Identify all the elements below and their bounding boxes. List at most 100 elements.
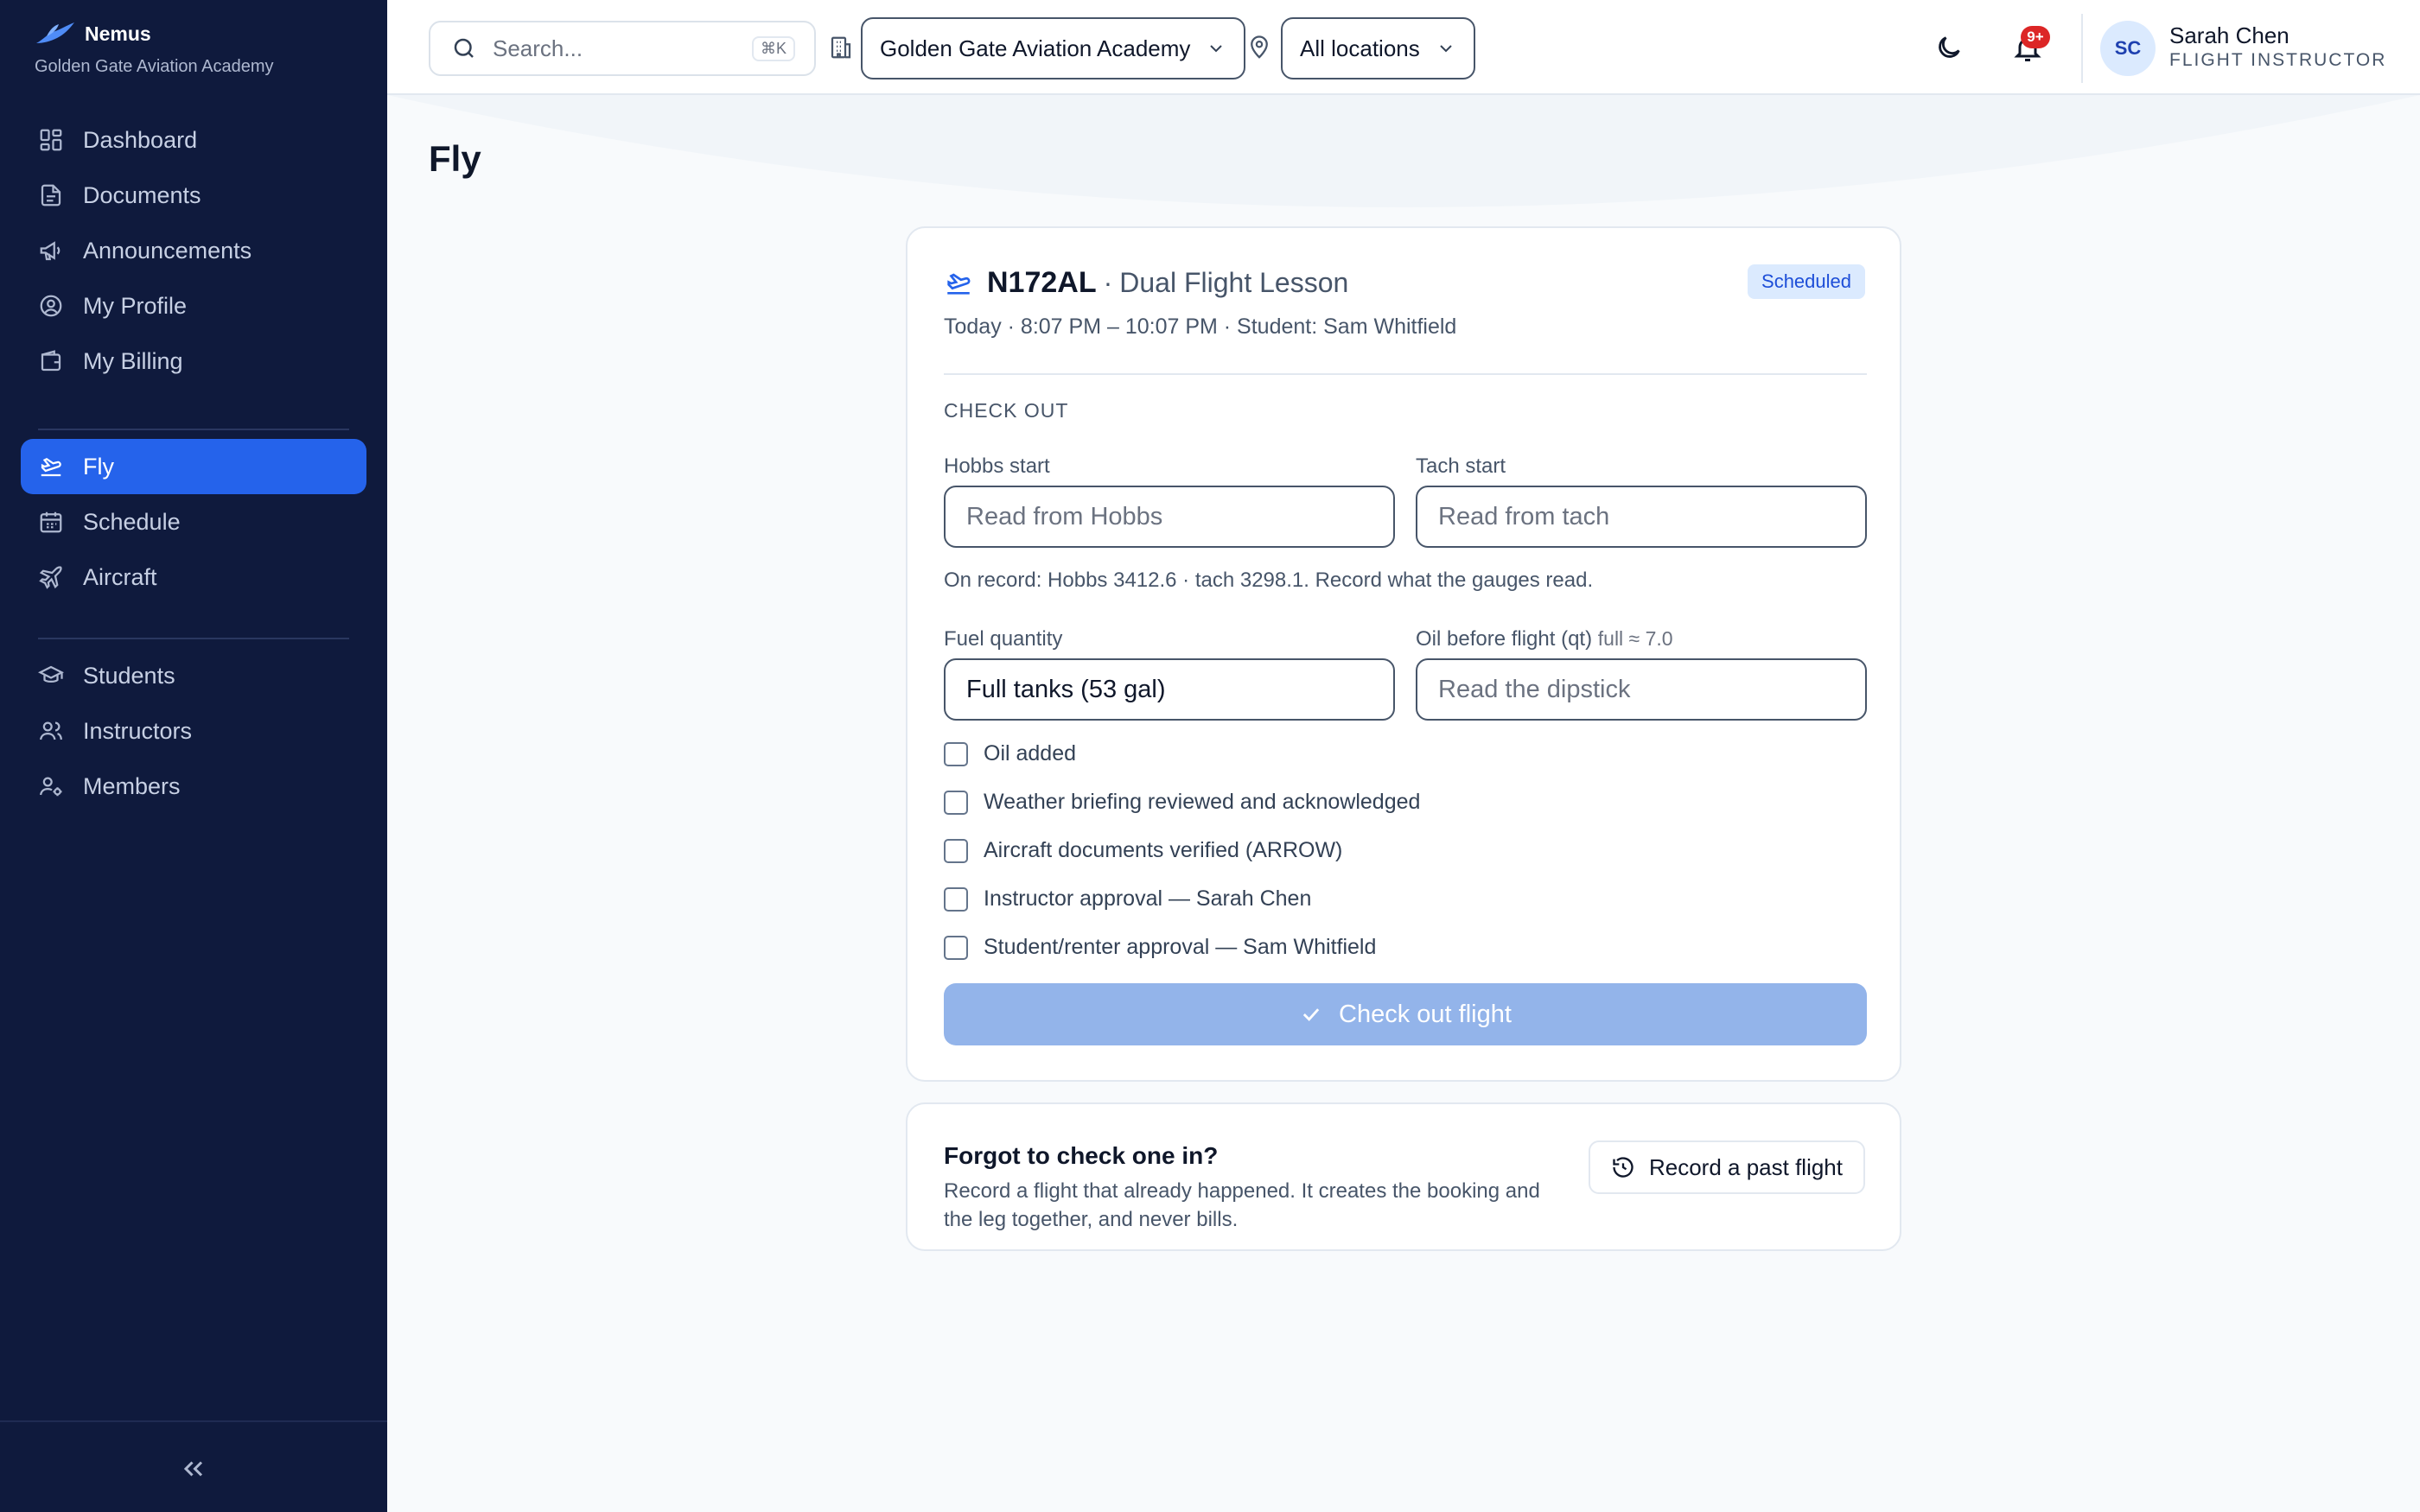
oil-quantity-input[interactable]	[1416, 658, 1867, 721]
building-icon	[831, 36, 851, 59]
check-icon	[1302, 1008, 1320, 1021]
checkbox-aircraft-documents[interactable]: Aircraft documents verified (ARROW)	[944, 838, 1342, 863]
avatar[interactable]: SC	[2100, 21, 2156, 76]
tach-start-input[interactable]	[1416, 486, 1867, 548]
nav-group-flying: Fly Schedule Aircraft	[21, 439, 366, 605]
oil-before-flight-label: Oil before flight (qt) full ≈ 7.0	[1416, 627, 1673, 651]
checkbox[interactable]	[944, 838, 968, 863]
sidebar-divider	[38, 429, 349, 430]
sidebar-item-label: Aircraft	[83, 563, 157, 590]
sidebar-item-documents[interactable]: Documents	[21, 168, 366, 223]
sidebar-item-my-billing[interactable]: My Billing	[21, 334, 366, 389]
lesson-type: Dual Flight Lesson	[1119, 267, 1349, 298]
sidebar-item-label: Documents	[83, 181, 201, 208]
flight-details: Today · 8:07 PM – 10:07 PM · Student: Sa…	[944, 314, 1457, 339]
sidebar-item-instructors[interactable]: Instructors	[21, 703, 366, 759]
section-title: CHECK OUT	[944, 399, 1069, 422]
checkbox-student-approval[interactable]: Student/renter approval — Sam Whitfield	[944, 935, 1376, 960]
page-title: Fly	[429, 138, 481, 179]
sidebar-footer-divider	[0, 1420, 387, 1422]
flight-header: N172AL · Dual Flight Lesson	[944, 266, 1348, 300]
tach-start-label: Tach start	[1416, 454, 1506, 478]
sidebar-item-label: Announcements	[83, 237, 252, 264]
sidebar-item-label: Dashboard	[83, 126, 198, 153]
dashboard-icon	[40, 129, 62, 151]
checkbox-label: Aircraft documents verified (ARROW)	[984, 838, 1343, 862]
user-role: FLIGHT INSTRUCTOR	[2169, 50, 2387, 70]
sidebar-item-label: Fly	[83, 453, 114, 480]
user-cog-icon	[40, 777, 62, 797]
plane-takeoff-icon	[41, 457, 61, 477]
hobbs-start-label: Hobbs start	[944, 454, 1050, 478]
sidebar-item-schedule[interactable]: Schedule	[21, 494, 366, 550]
map-pin-icon	[1251, 35, 1268, 59]
organization-select[interactable]: Golden Gate Aviation Academy	[861, 17, 1246, 79]
oil-full-hint: full ≈ 7.0	[1597, 627, 1673, 650]
sidebar-item-label: My Billing	[83, 347, 183, 374]
sidebar-item-aircraft[interactable]: Aircraft	[21, 550, 366, 605]
wallet-icon	[41, 350, 61, 372]
location-select-value: All locations	[1300, 35, 1420, 61]
calendar-icon	[40, 511, 62, 533]
sidebar-item-announcements[interactable]: Announcements	[21, 223, 366, 278]
sidebar-item-label: Students	[83, 662, 175, 689]
aircraft-tail-number: N172AL	[987, 266, 1097, 299]
sidebar-item-my-profile[interactable]: My Profile	[21, 278, 366, 334]
theme-toggle-moon-icon[interactable]	[1934, 33, 1964, 62]
card-divider	[944, 373, 1867, 375]
status-badge: Scheduled	[1748, 264, 1865, 299]
record-past-flight-label: Record a past flight	[1648, 1153, 1843, 1180]
fuel-quantity-input[interactable]	[944, 658, 1395, 721]
past-flight-card: Forgot to check one in? Record a flight …	[906, 1102, 1901, 1251]
nav-group-personal: Dashboard Documents Announcements My Pro…	[21, 112, 366, 389]
past-flight-title: Forgot to check one in?	[944, 1142, 1219, 1169]
sidebar-item-dashboard[interactable]: Dashboard	[21, 112, 366, 168]
document-icon	[41, 184, 61, 206]
checkbox[interactable]	[944, 790, 968, 815]
users-icon	[40, 721, 62, 740]
checkbox-instructor-approval[interactable]: Instructor approval — Sarah Chen	[944, 886, 1311, 912]
plane-icon	[39, 566, 62, 589]
plane-takeoff-icon	[947, 273, 971, 295]
checkbox-label: Weather briefing reviewed and acknowledg…	[984, 790, 1421, 814]
sidebar-item-label: Instructors	[83, 717, 193, 744]
bird-logo-icon	[36, 22, 74, 43]
checkbox[interactable]	[944, 935, 968, 960]
sidebar-divider	[38, 638, 349, 639]
check-out-flight-label: Check out flight	[1339, 1000, 1512, 1028]
checkbox[interactable]	[944, 741, 968, 766]
nav-group-people: Students Instructors Members	[21, 648, 366, 814]
organization-select-value: Golden Gate Aviation Academy	[880, 35, 1191, 61]
graduation-cap-icon	[38, 665, 64, 683]
location-select[interactable]: All locations	[1281, 17, 1475, 79]
sidebar-item-label: My Profile	[83, 292, 188, 319]
sidebar-item-label: Members	[83, 772, 181, 799]
sidebar-item-members[interactable]: Members	[21, 759, 366, 814]
sidebar-item-students[interactable]: Students	[21, 648, 366, 703]
notifications-badge: 9+	[2021, 26, 2050, 48]
search-input[interactable]	[493, 35, 752, 62]
user-circle-icon	[40, 295, 62, 317]
hobbs-start-input[interactable]	[944, 486, 1395, 548]
topbar: ⌘K Golden Gate Aviation Academy All loca…	[387, 0, 2420, 95]
past-flight-description: Record a flight that already happened. I…	[944, 1179, 1540, 1231]
sidebar: Nemus Golden Gate Aviation Academy Dashb…	[0, 0, 387, 1512]
checkbox-label: Oil added	[984, 741, 1077, 766]
record-past-flight-button[interactable]: Record a past flight	[1588, 1140, 1865, 1194]
meter-record-note: On record: Hobbs 3412.6 · tach 3298.1. R…	[944, 569, 1594, 592]
brand-org: Golden Gate Aviation Academy	[35, 57, 274, 76]
search-shortcut: ⌘K	[751, 36, 795, 61]
sidebar-item-label: Schedule	[83, 508, 181, 535]
checkout-card: N172AL · Dual Flight Lesson Today · 8:07…	[906, 226, 1901, 1082]
collapse-sidebar-icon[interactable]	[178, 1453, 209, 1484]
chevron-down-icon	[1440, 45, 1452, 53]
check-out-flight-button[interactable]: Check out flight	[944, 983, 1867, 1045]
sidebar-item-fly[interactable]: Fly	[21, 439, 366, 494]
search-box[interactable]: ⌘K	[429, 21, 816, 76]
brand-name: Nemus	[85, 22, 151, 45]
checkbox[interactable]	[944, 886, 968, 912]
brand: Nemus Golden Gate Aviation Academy	[35, 21, 273, 77]
checkbox-weather-briefing[interactable]: Weather briefing reviewed and acknowledg…	[944, 790, 1420, 815]
checkbox-oil-added[interactable]: Oil added	[944, 741, 1076, 766]
search-icon	[454, 38, 474, 58]
